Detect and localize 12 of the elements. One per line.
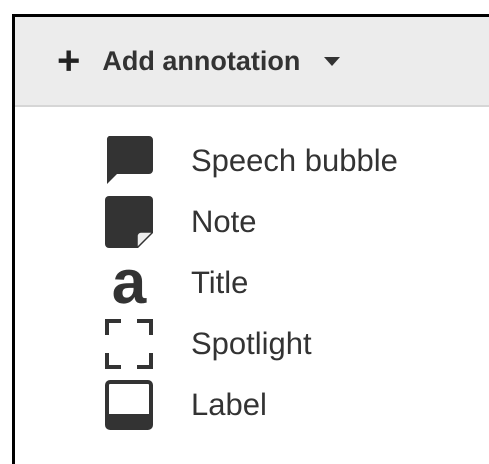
plus-icon: + [57,41,80,81]
speech-bubble-icon [105,136,153,186]
caret-icon [324,56,340,66]
letter-a-icon: a [112,258,146,308]
menu-item[interactable]: Speech bubble [103,135,489,186]
label-icon [105,380,153,430]
menu-item[interactable]: Label [103,379,489,430]
menu-item[interactable]: a Title [103,257,489,308]
menu-item[interactable]: Spotlight [103,318,489,369]
note-icon [105,196,153,248]
menu-item[interactable]: Note [103,196,489,247]
add-annotation-button[interactable]: Add annotation [102,46,340,76]
